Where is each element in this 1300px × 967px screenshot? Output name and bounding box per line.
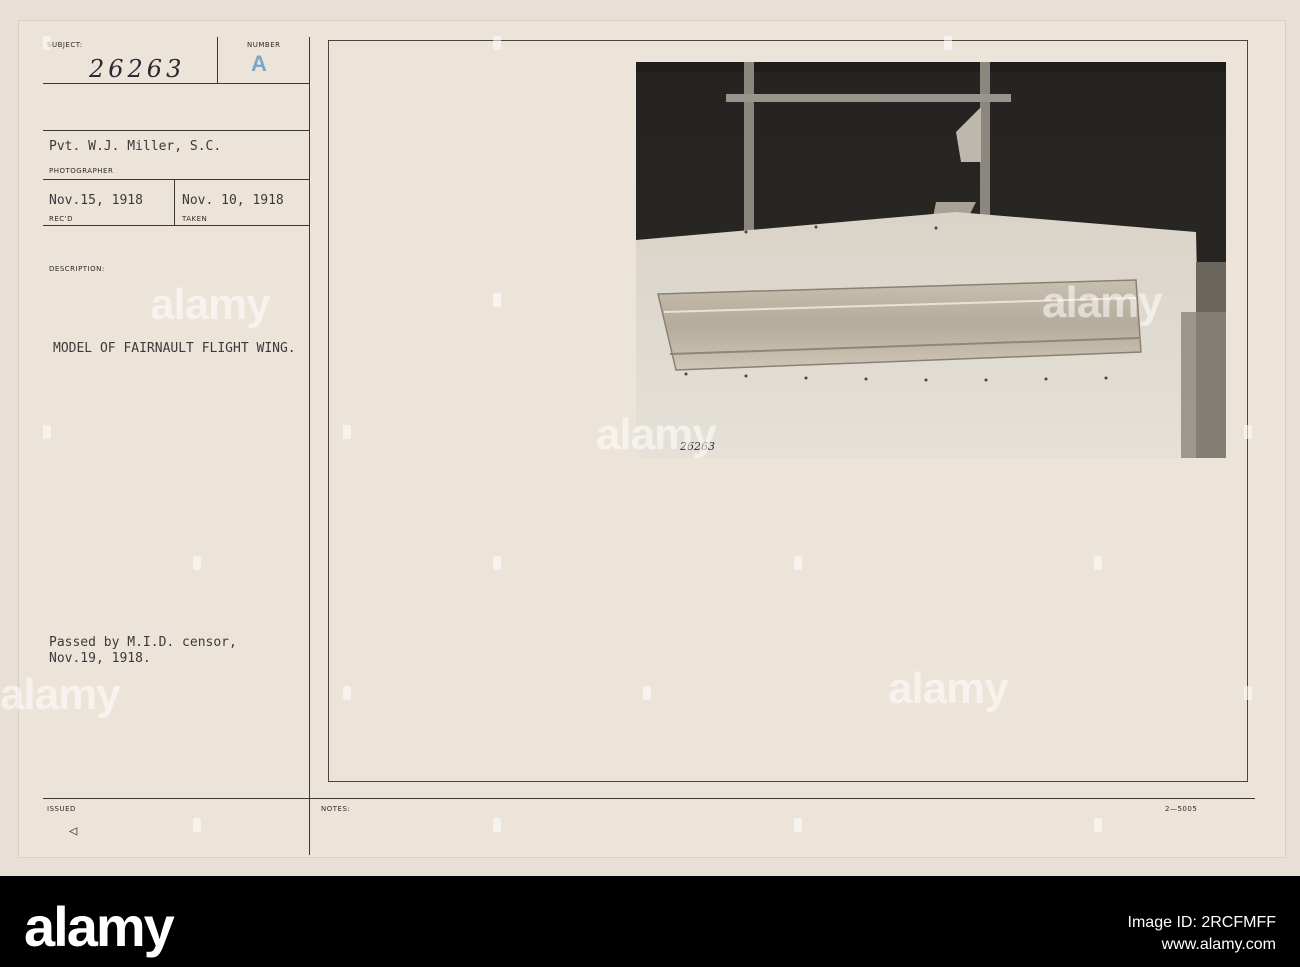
watermark-text: alamy (0, 670, 121, 719)
stock-footer-bar: alamy Image ID: 2RCFMFF www.alamy.com (0, 876, 1300, 967)
watermark-dot (1244, 686, 1252, 700)
watermark-dot (794, 556, 802, 570)
received-date: Nov.15, 1918 (49, 193, 143, 208)
wing-photo-illustration (636, 62, 1226, 458)
watermark-dot (193, 818, 201, 832)
censor-line-1: Passed by M.I.D. censor, (49, 635, 237, 650)
watermark-text: alamy (888, 664, 1009, 713)
watermark-dot (1094, 818, 1102, 832)
divider (43, 130, 309, 131)
watermark-dot (1244, 425, 1252, 439)
image-id: Image ID: 2RCFMFF (1127, 914, 1276, 931)
watermark-dot (1094, 556, 1102, 570)
watermark-dot (193, 556, 201, 570)
description-text: MODEL OF FAIRNAULT FLIGHT WING. (53, 341, 296, 356)
issued-mark: ◁ (69, 823, 78, 839)
taken-date: Nov. 10, 1918 (182, 193, 284, 208)
subject-label: SUBJECT: (47, 41, 83, 49)
column-divider (309, 37, 310, 855)
watermark-dot (794, 818, 802, 832)
photographer-label: PHOTOGRAPHER (49, 167, 114, 175)
divider (43, 225, 309, 226)
issued-label: ISSUED (47, 805, 76, 813)
divider (43, 179, 309, 180)
photographer-name: Pvt. W.J. Miller, S.C. (49, 139, 222, 154)
divider (217, 37, 218, 83)
censor-line-2: Nov.19, 1918. (49, 651, 151, 666)
watermark-dot (493, 556, 501, 570)
taken-label: TAKEN (182, 215, 208, 223)
notes-label: NOTES: (321, 805, 351, 813)
watermark-dot (493, 293, 501, 307)
number-label: NUMBER (247, 41, 281, 49)
received-label: REC'D (49, 215, 73, 223)
footer-logo[interactable]: alamy (24, 894, 175, 959)
wing-photograph: 26263 (636, 62, 1226, 458)
watermark-dot (493, 818, 501, 832)
watermark-text: alamy (150, 280, 271, 329)
watermark-dot (43, 36, 51, 50)
watermark-dot (43, 425, 51, 439)
watermark-dot (643, 686, 651, 700)
divider (174, 179, 175, 225)
watermark-dot (343, 686, 351, 700)
divider (43, 83, 309, 84)
watermark-text: alamy (1042, 278, 1163, 327)
number-stamp: A (251, 51, 267, 76)
form-code: 2—5005 (1165, 805, 1198, 813)
watermark-dot (343, 425, 351, 439)
description-label: DESCRIPTION: (49, 265, 105, 273)
watermark-dot (944, 36, 952, 50)
watermark-dot (493, 36, 501, 50)
notes-divider (43, 798, 1255, 799)
subject-number: 26263 (89, 55, 186, 83)
watermark-text: alamy (596, 410, 717, 459)
footer-url[interactable]: www.alamy.com (1162, 936, 1276, 954)
